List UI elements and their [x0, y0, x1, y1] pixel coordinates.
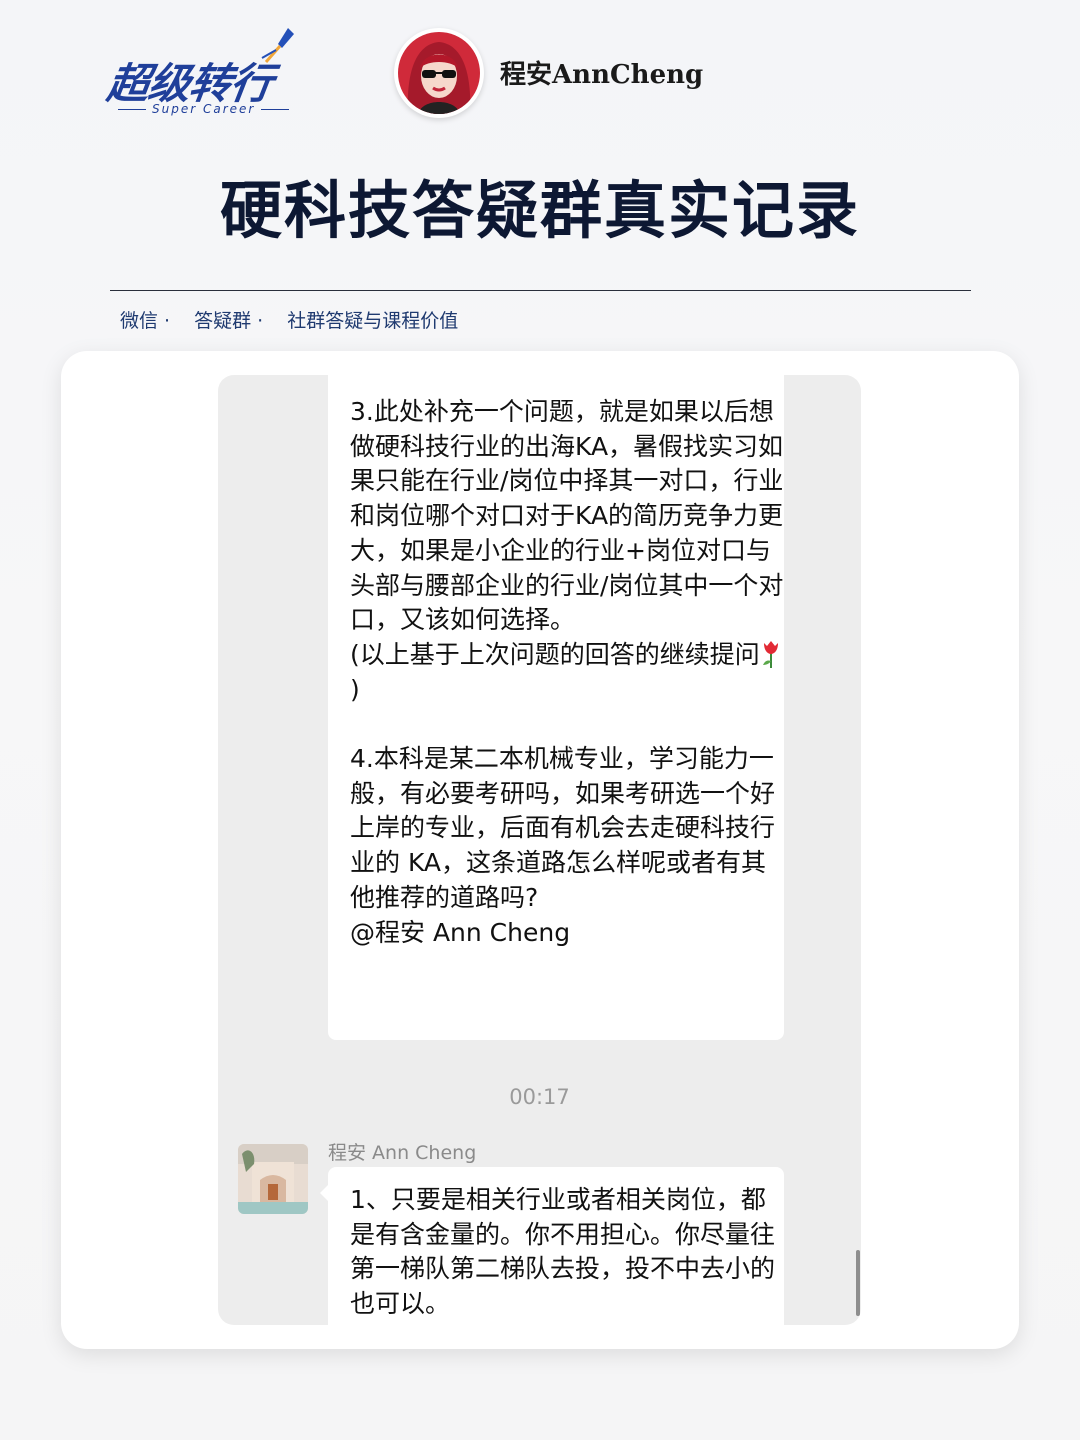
tag-community: 社群答疑与课程价值	[287, 310, 459, 332]
reply-bubble: 1、只要是相关行业或者相关岗位，都是有含金量的。你不用担心。你尽量往第一梯队第二…	[320, 1167, 784, 1325]
building-photo-icon	[238, 1144, 308, 1214]
timestamp: 00:17	[509, 1085, 570, 1109]
sender-avatar	[238, 1144, 308, 1214]
scrollbar[interactable]	[856, 1250, 860, 1316]
brand-logo: 超级转行 Super Career	[104, 28, 298, 124]
chat-screenshot: 3.此处补充一个问题，就是如果以后想做硬科技行业的出海KA，暑假找实习如果只能在…	[218, 375, 861, 1325]
tag-qa-group: 答疑群 ·	[194, 310, 264, 332]
brand-subtitle: Super Career	[112, 102, 295, 116]
message-text-close: )	[350, 674, 360, 704]
author-avatar	[394, 28, 484, 118]
page-title: 硬科技答疑群真实记录	[219, 174, 860, 247]
tag-wechat: 微信 ·	[120, 310, 171, 332]
tulip-emoji-icon	[762, 640, 778, 668]
tag-list: 微信 · 答疑群 · 社群答疑与课程价值	[120, 306, 476, 333]
message-text: 3.此处补充一个问题，就是如果以后想做硬科技行业的出海KA，暑假找实习如果只能在…	[350, 397, 784, 669]
divider	[110, 290, 971, 291]
reply-text: 1、只要是相关行业或者相关岗位，都是有含金量的。你不用担心。你尽量往第一梯队第二…	[350, 1185, 776, 1319]
message-bubble: 3.此处补充一个问题，就是如果以后想做硬科技行业的出海KA，暑假找实习如果只能在…	[328, 375, 784, 1040]
woman-sunglasses-avatar-icon	[398, 32, 480, 114]
author-name: 程安AnnCheng	[500, 60, 704, 90]
sender-name: 程安 Ann Cheng	[328, 1142, 477, 1164]
message-text-2: 4.本科是某二本机械专业，学习能力一般，有必要考研吗，如果考研选一个好上岸的专业…	[350, 744, 776, 947]
